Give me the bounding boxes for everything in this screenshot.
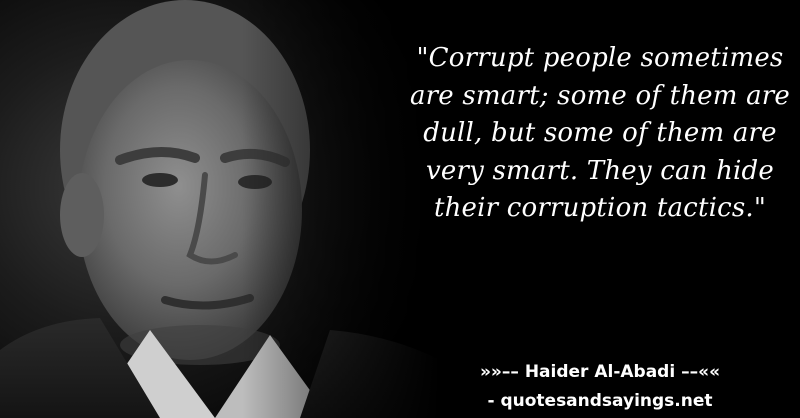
speaker-photo [0,0,440,418]
quote-author: »»–– Haider Al-Abadi ––«« [479,362,721,382]
quote-text: "Corrupt people sometimes are smart; som… [409,43,791,223]
quote-card: "Corrupt people sometimes are smart; som… [0,0,800,418]
source-credit: - quotesandsayings.net [487,391,713,411]
